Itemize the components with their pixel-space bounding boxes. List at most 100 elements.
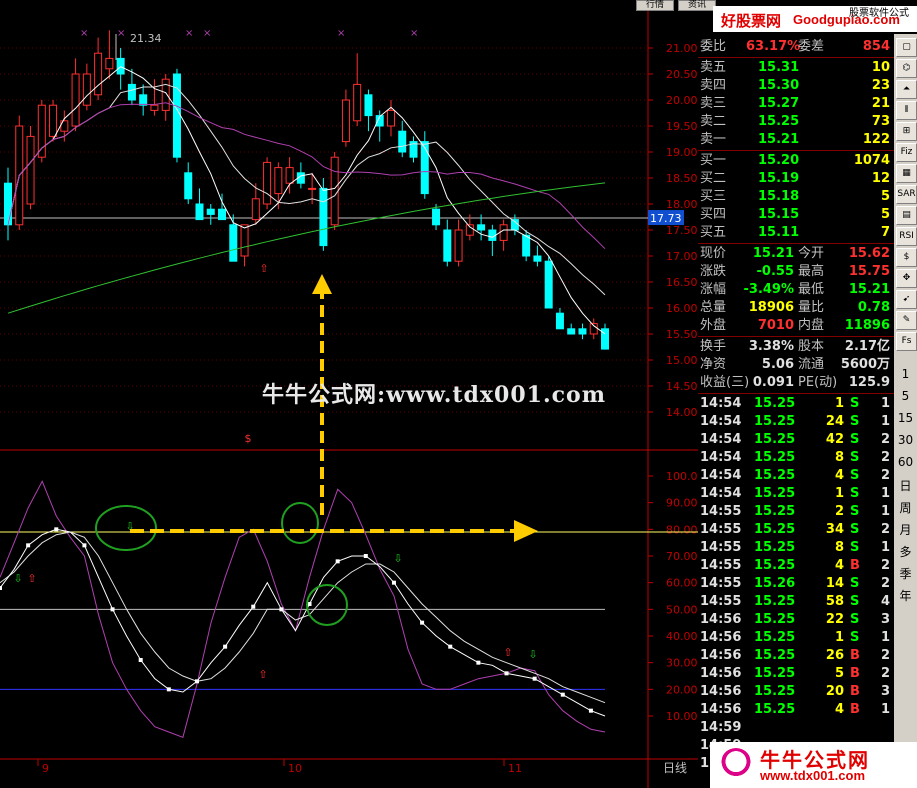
toolbar-indicator-button[interactable]: ⊞ xyxy=(896,122,917,141)
toolbar-indicator-button[interactable]: Fs xyxy=(896,332,917,351)
toolbar-indicator-button[interactable]: ✥ xyxy=(896,269,917,288)
price-axis-label: 18.00 xyxy=(666,198,698,211)
sell-level-label: 卖四 xyxy=(700,78,727,93)
period-tab[interactable]: 60 xyxy=(894,455,917,469)
ma10-line xyxy=(7,83,606,296)
price-axis-label: 14.50 xyxy=(666,380,698,393)
period-tab[interactable]: 月 xyxy=(894,521,917,538)
fund-value: 5.06 xyxy=(761,357,794,372)
quote-value: -0.55 xyxy=(756,264,794,279)
candle-body xyxy=(37,104,46,158)
fund-value: 3.38% xyxy=(748,339,794,354)
indicator-k-point xyxy=(391,580,396,585)
weicha-label: 委差 xyxy=(798,39,825,54)
panel-separator xyxy=(698,336,894,337)
candle-body xyxy=(555,312,564,330)
tick-row: 14:55 15.25 58 S 4 xyxy=(698,593,894,611)
tick-side: S xyxy=(850,486,860,501)
quote-tab-button[interactable]: 行情 xyxy=(636,0,674,11)
candle-body xyxy=(432,208,441,226)
period-tab[interactable]: 多 xyxy=(894,543,917,560)
sell-arrow-icon: ⇩ xyxy=(528,648,537,661)
toolbar-indicator-button[interactable]: ➹ xyxy=(896,290,917,309)
tick-volume: 4 xyxy=(834,702,844,717)
fund-value: 5600万 xyxy=(840,357,890,372)
quote-value: 0.78 xyxy=(857,300,890,315)
price-axis-label: 15.00 xyxy=(666,354,698,367)
candle-body xyxy=(127,83,136,101)
tick-row: 14:56 15.25 20 B 3 xyxy=(698,683,894,701)
candle-body xyxy=(454,229,463,262)
tick-row: 14:55 15.25 34 S 2 xyxy=(698,521,894,539)
candle-body xyxy=(567,328,576,335)
quote-label: 量比 xyxy=(798,300,825,315)
period-tab[interactable]: 年 xyxy=(894,587,917,604)
fund-label: 股本 xyxy=(798,339,825,354)
toolbar-indicator-button[interactable]: ▦ xyxy=(896,164,917,183)
tick-time: 14:56 xyxy=(700,684,742,699)
toolbar-indicator-button[interactable]: ▢ xyxy=(896,38,917,57)
tick-side: B xyxy=(850,702,860,717)
tick-side: S xyxy=(850,522,860,537)
toolbar-indicator-button[interactable]: ✎ xyxy=(896,311,917,330)
period-tab[interactable]: 日 xyxy=(894,477,917,494)
candle-body xyxy=(522,234,531,257)
price-axis-label: 19.00 xyxy=(666,146,698,159)
tick-price: 15.25 xyxy=(754,504,796,519)
fund-value: 125.9 xyxy=(848,375,890,390)
indicator-k-point xyxy=(54,527,59,532)
tick-price: 15.26 xyxy=(754,576,796,591)
buy-level-label: 买一 xyxy=(700,153,727,168)
tick-count: 1 xyxy=(880,702,890,717)
sell-row: 卖二 15.25 73 xyxy=(698,113,894,131)
tick-time: 14:56 xyxy=(700,666,742,681)
toolbar-indicator-button[interactable]: ▤ xyxy=(896,206,917,225)
period-tab[interactable]: 15 xyxy=(894,411,917,425)
indicator-k-point xyxy=(363,554,368,558)
period-tab[interactable]: 5 xyxy=(894,389,917,403)
toolbar-indicator-button[interactable]: $ xyxy=(896,248,917,267)
peak-price-label: 21.34 xyxy=(130,32,162,45)
indicator-k-point xyxy=(26,543,31,548)
indicator-k-point xyxy=(279,607,284,612)
tick-time: 14:56 xyxy=(700,702,742,717)
tick-count: 1 xyxy=(880,396,890,411)
price-axis-label: 20.00 xyxy=(666,94,698,107)
sell-level-label: 卖三 xyxy=(700,96,727,111)
time-axis-label: 11 xyxy=(508,762,522,775)
cow-logo-icon xyxy=(720,748,752,782)
indicator-k-point xyxy=(588,708,593,713)
time-axis-label: 10 xyxy=(288,762,302,775)
period-tab[interactable]: 周 xyxy=(894,499,917,516)
toolbar-indicator-button[interactable]: SAR xyxy=(896,185,917,204)
sell-row: 卖一 15.21 122 xyxy=(698,131,894,149)
tick-row: 14:55 15.25 2 S 1 xyxy=(698,503,894,521)
toolbar-indicator-button[interactable]: ⏶ xyxy=(896,80,917,99)
tick-price: 15.25 xyxy=(754,468,796,483)
tick-price: 15.25 xyxy=(754,522,796,537)
signal-marker: × xyxy=(410,28,418,39)
tick-side: S xyxy=(850,396,860,411)
tick-count: 2 xyxy=(880,468,890,483)
tick-count: 1 xyxy=(880,540,890,555)
tick-time: 14:56 xyxy=(700,630,742,645)
period-tab[interactable]: 1 xyxy=(894,367,917,381)
toolbar-indicator-button[interactable]: Fiz xyxy=(896,143,917,162)
indicator-k-point xyxy=(110,607,115,612)
buy-row: 买四 15.15 5 xyxy=(698,206,894,224)
quote-label: 总量 xyxy=(700,300,727,315)
tick-count: 2 xyxy=(880,450,890,465)
toolbar-indicator-button[interactable]: ⌬ xyxy=(896,59,917,78)
period-tab[interactable]: 季 xyxy=(894,565,917,582)
toolbar-indicator-button[interactable]: RSI xyxy=(896,227,917,246)
info-tab-button[interactable]: 资讯 xyxy=(678,0,716,11)
tick-price: 15.25 xyxy=(754,612,796,627)
period-tab[interactable]: 30 xyxy=(894,433,917,447)
tick-time: 14:54 xyxy=(700,468,742,483)
annotation-arrowhead-up xyxy=(312,274,332,294)
tick-time: 14:55 xyxy=(700,522,742,537)
indicator-k-point xyxy=(335,559,340,564)
right-toolbar: ▢ ⌬ ⏶ ⫴ ⊞ Fiz ▦ SAR ▤ RSI $ ✥ ➹ ✎ Fs 1 5 15 30 60 日周月多季年 xyxy=(894,34,917,788)
tick-volume: 5 xyxy=(834,666,844,681)
toolbar-indicator-button[interactable]: ⫴ xyxy=(896,101,917,120)
